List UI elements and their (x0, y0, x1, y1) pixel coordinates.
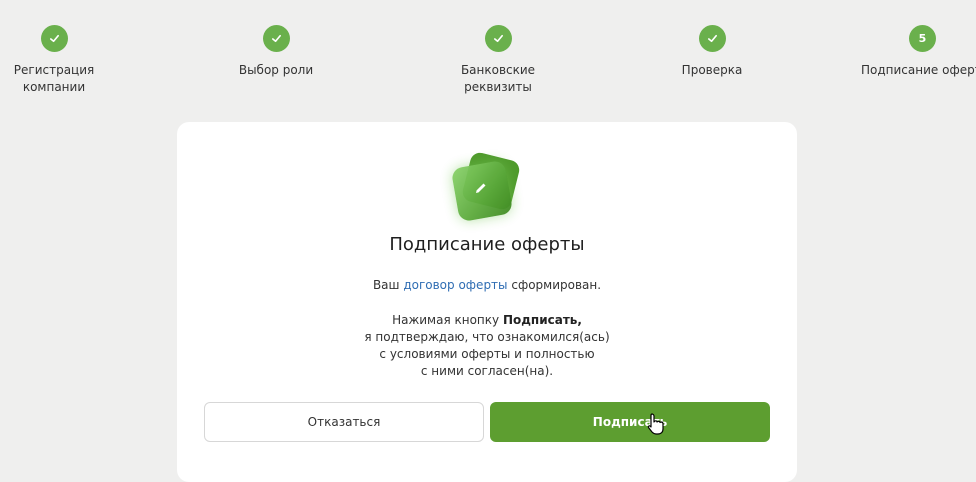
step-label: Проверка (681, 63, 743, 77)
check-icon (484, 25, 512, 52)
step-number: 5 (909, 25, 936, 52)
step-bank-details: Банковские реквизиты (418, 25, 578, 96)
check-icon (40, 25, 68, 52)
step-verification: Проверка (632, 25, 792, 79)
hand-cursor-icon (647, 413, 664, 435)
offer-contract-link[interactable]: договор оферты (403, 278, 507, 292)
step-label: Регистрация компании (13, 63, 95, 94)
step-label: Подписание оферты (861, 63, 976, 77)
step-offer-signing: 5 Подписание оферты (843, 25, 976, 79)
offer-status-text: Ваш договор оферты сформирован. (372, 278, 602, 292)
step-company-registration: Регистрация компании (0, 25, 134, 96)
step-label: Выбор роли (238, 63, 314, 77)
decline-button[interactable]: Отказаться (204, 402, 484, 442)
page-title: Подписание оферты (389, 234, 585, 255)
pencil-badge (450, 150, 522, 223)
consent-text: Нажимая кнопку Подписать, я подтверждаю,… (364, 313, 610, 378)
step-label: Банковские реквизиты (460, 63, 536, 94)
progress-stepper: Регистрация компании Выбор роли Банковск… (0, 0, 976, 110)
offer-signing-card: Подписание оферты Ваш договор оферты сфо… (177, 122, 797, 482)
pencil-icon (476, 183, 486, 193)
check-icon (698, 25, 726, 52)
check-icon (262, 25, 290, 52)
step-role-selection: Выбор роли (196, 25, 356, 79)
sign-button[interactable]: Подписать (490, 402, 770, 442)
